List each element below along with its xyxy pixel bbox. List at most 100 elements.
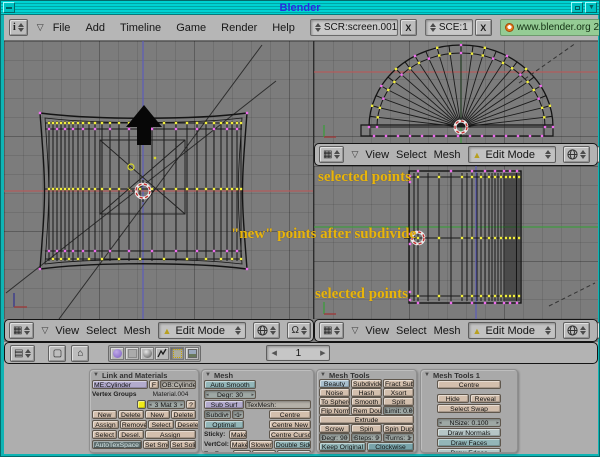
centre-button[interactable]: Centre: [269, 410, 311, 419]
mode-dropdown[interactable]: ▲Edit Mode: [158, 322, 247, 339]
mode-dropdown[interactable]: ▲Edit Mode: [468, 322, 557, 339]
object-name-field[interactable]: OB:Cylinder: [160, 380, 196, 389]
editor-type-button[interactable]: ▦: [9, 322, 34, 339]
sticky-make-button[interactable]: Make: [229, 430, 247, 439]
smooth-button[interactable]: Smooth: [351, 397, 382, 406]
menu-render[interactable]: Render: [221, 22, 257, 34]
panel-collapse-icon[interactable]: ▼: [424, 372, 430, 378]
double-sided-toggle[interactable]: Double Sided: [274, 440, 311, 449]
subdivide-button[interactable]: Subdivide: [351, 379, 382, 388]
vgroup-deselect-button[interactable]: Desel.: [118, 430, 143, 439]
editor-type-button[interactable]: ▦: [319, 322, 344, 339]
material-question-button[interactable]: ?: [186, 400, 196, 409]
faster-draw-button[interactable]: FasterDr: [252, 450, 276, 453]
noise-button[interactable]: Noise: [319, 388, 350, 397]
extrude-dup-button[interactable]: Extrude Dup: [319, 451, 366, 453]
frame-number-field[interactable]: ◀ 1 ▶: [266, 345, 330, 361]
menu-mesh[interactable]: Mesh: [434, 325, 461, 337]
centre-new-button[interactable]: Centre New: [269, 420, 311, 429]
set-smooth-button[interactable]: Set Smoo: [143, 440, 169, 449]
clockwise-toggle[interactable]: Clockwise: [367, 442, 414, 451]
material-delete-button[interactable]: Delete: [171, 410, 196, 419]
vertcol-make-button[interactable]: Make: [230, 440, 248, 449]
menu-help[interactable]: Help: [272, 22, 295, 34]
fake-user-button[interactable]: F: [149, 380, 159, 389]
menu-add[interactable]: Add: [85, 22, 105, 34]
material-assign-button[interactable]: Assign: [145, 430, 197, 439]
texface-make-button[interactable]: Make: [233, 450, 251, 453]
to-sphere-button[interactable]: To Sphere: [319, 397, 350, 406]
vgroup-delete-button[interactable]: Delete: [118, 410, 143, 419]
xsort-button[interactable]: Xsort: [383, 388, 414, 397]
screen-delete-button[interactable]: X: [400, 19, 417, 36]
autotexspace-toggle[interactable]: AutoTexSpace: [92, 440, 142, 449]
frame-prev-icon[interactable]: ◀: [271, 349, 276, 357]
draw-faces-toggle[interactable]: Draw Faces: [437, 438, 501, 447]
flip-norm-button[interactable]: Flip Norm: [319, 406, 350, 415]
context-scene-button[interactable]: [185, 347, 199, 360]
pivot-dropdown[interactable]: Ω: [287, 322, 310, 339]
menu-view[interactable]: View: [55, 325, 79, 337]
split-button[interactable]: Split: [383, 397, 414, 406]
screen-selector[interactable]: SCR:screen.001: [310, 19, 398, 36]
menu-mesh[interactable]: Mesh: [434, 149, 461, 161]
fract-sub-button[interactable]: Fract Sub: [383, 379, 414, 388]
mode-dropdown[interactable]: ▲Edit Mode: [468, 146, 557, 163]
extrude-button[interactable]: Extrude: [319, 415, 414, 424]
scene-selector[interactable]: SCE:1: [425, 19, 473, 36]
menu-select[interactable]: Select: [396, 325, 427, 337]
menu-file[interactable]: File: [53, 22, 71, 34]
subdiv-render-field[interactable]: 1: [232, 410, 244, 419]
keep-original-toggle[interactable]: Keep Original: [319, 442, 366, 451]
select-swap-button[interactable]: Select Swap: [437, 404, 501, 413]
panel-collapse-icon[interactable]: ▼: [205, 372, 211, 378]
editor-type-button[interactable]: i: [9, 19, 28, 36]
panel-collapse-icon[interactable]: ▼: [93, 372, 99, 378]
reveal-button[interactable]: Reveal: [470, 394, 502, 403]
titlebar[interactable]: Blender ▼: [1, 1, 599, 15]
set-solid-button[interactable]: Set Solid: [170, 440, 196, 449]
slower-draw-button[interactable]: SlowerDr: [249, 440, 273, 449]
shading-dropdown[interactable]: [253, 322, 280, 339]
offset-field[interactable]: Offset: 1.000: [367, 451, 414, 453]
collapse-menus-icon[interactable]: ▽: [37, 22, 44, 33]
spin-button[interactable]: Spin: [351, 424, 382, 433]
menu-select[interactable]: Select: [396, 149, 427, 161]
menu-game[interactable]: Game: [176, 22, 206, 34]
material-color-swatch[interactable]: [137, 400, 146, 409]
centre-button[interactable]: Centre: [437, 380, 501, 389]
material-new-button[interactable]: New: [145, 410, 170, 419]
frame-next-icon[interactable]: ▶: [320, 349, 325, 357]
collapse-menus-icon[interactable]: ▽: [351, 149, 358, 160]
home-button[interactable]: ⌂: [71, 345, 89, 362]
scene-delete-button[interactable]: X: [475, 19, 492, 36]
viewport-front[interactable]: [4, 41, 314, 319]
shading-dropdown[interactable]: [563, 146, 590, 163]
context-logic-button[interactable]: [110, 347, 124, 360]
draw-normals-toggle[interactable]: Draw Normals: [437, 428, 501, 437]
material-index-field[interactable]: 3 Mat 3: [147, 400, 185, 409]
material-deselect-button[interactable]: Deselect: [175, 420, 199, 429]
subsurf-toggle[interactable]: Sub Surf: [204, 400, 244, 409]
degr-spin-field[interactable]: Degr: 90: [319, 433, 350, 442]
degr-field[interactable]: Degr: 30: [204, 390, 256, 399]
panel-alignment-button[interactable]: ▢: [48, 345, 66, 362]
context-object-button[interactable]: [155, 347, 169, 360]
draw-edges-toggle[interactable]: Draw Edges: [437, 448, 501, 453]
collapse-menus-icon[interactable]: ▽: [41, 325, 48, 336]
editor-type-button[interactable]: ▤: [10, 345, 35, 362]
nsize-field[interactable]: NSize: 0.100: [437, 418, 501, 427]
window-shade-button[interactable]: ▼: [585, 2, 597, 13]
steps-field[interactable]: Steps: 9: [351, 433, 382, 442]
material-select-button[interactable]: Select: [148, 420, 175, 429]
vgroup-assign-button[interactable]: Assign: [92, 420, 119, 429]
hash-button[interactable]: Hash: [351, 388, 382, 397]
context-script-button[interactable]: [125, 347, 139, 360]
limit-field[interactable]: Limit: 0.001: [383, 406, 414, 415]
vgroup-remove-button[interactable]: Remove: [120, 420, 147, 429]
context-shading-button[interactable]: [140, 347, 154, 360]
mesh-datablock-dropdown[interactable]: ME:Cylinder: [92, 380, 148, 389]
menu-timeline[interactable]: Timeline: [120, 22, 161, 34]
auto-smooth-toggle[interactable]: Auto Smooth: [204, 380, 256, 389]
context-editing-button[interactable]: [170, 347, 184, 360]
